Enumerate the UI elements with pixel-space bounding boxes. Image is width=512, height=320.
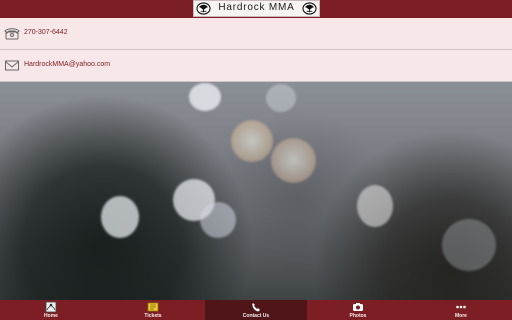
phone-number[interactable]: 270-307-6442 xyxy=(24,29,68,36)
tab-contact-us[interactable]: Contact Us xyxy=(205,300,307,320)
phone-handset-icon xyxy=(252,303,260,312)
tab-more[interactable]: More xyxy=(410,300,512,320)
tab-label-more: More xyxy=(455,313,467,319)
bokeh-light xyxy=(189,83,221,111)
tab-label-home: Home xyxy=(44,313,58,319)
tab-home[interactable]: Home xyxy=(0,300,102,320)
logo-icon xyxy=(196,2,211,15)
phone-icon xyxy=(4,28,20,40)
tab-photos[interactable]: Photos xyxy=(307,300,409,320)
camera-icon xyxy=(353,303,363,311)
background-photo xyxy=(0,82,512,300)
tab-label-contact-us: Contact Us xyxy=(242,313,270,319)
bottom-tab-bar: Home Tickets Contact Us Photos More xyxy=(0,300,512,320)
tab-tickets[interactable]: Tickets xyxy=(102,300,204,320)
bokeh-light xyxy=(442,219,496,271)
more-dots-icon xyxy=(456,305,466,309)
home-icon xyxy=(45,301,57,313)
tab-label-tickets: Tickets xyxy=(144,313,162,319)
bokeh-light xyxy=(271,138,316,183)
logo-icon xyxy=(302,2,317,15)
bokeh-light xyxy=(200,202,236,238)
title-banner: Hardrock MMA xyxy=(193,0,320,17)
email-contact-row[interactable]: HardrockMMA@yahoo.com xyxy=(0,50,512,82)
phone-contact-row[interactable]: 270-307-6442 xyxy=(0,18,512,50)
app-title: Hardrock MMA xyxy=(218,2,295,13)
bokeh-light xyxy=(231,120,273,162)
bokeh-light xyxy=(101,196,139,238)
email-icon xyxy=(5,60,19,71)
email-address[interactable]: HardrockMMA@yahoo.com xyxy=(24,61,110,68)
bokeh-light xyxy=(266,84,296,112)
tickets-icon xyxy=(147,302,159,312)
bokeh-light xyxy=(357,185,393,227)
tab-label-photos: Photos xyxy=(349,313,367,319)
app-header: Hardrock MMA xyxy=(0,0,512,18)
